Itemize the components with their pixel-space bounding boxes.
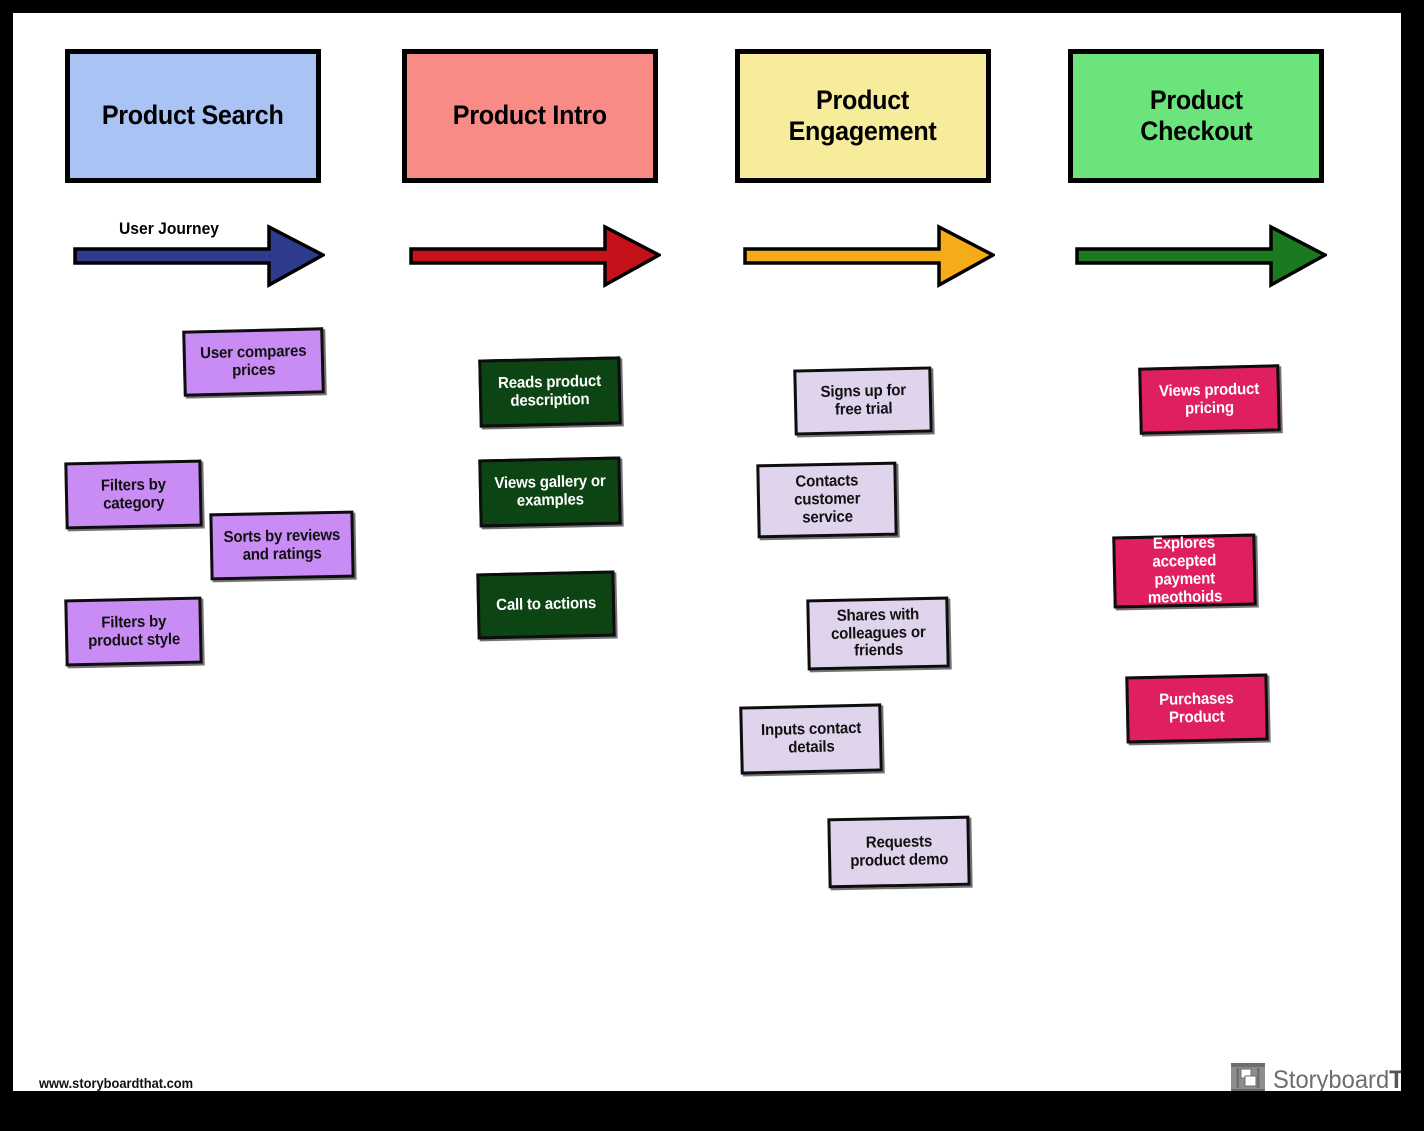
- sticky-note[interactable]: Filters by category: [64, 459, 203, 530]
- phase-title-product-search: Product Search: [102, 100, 284, 131]
- phase-header-product-search[interactable]: Product Search: [65, 49, 321, 183]
- brand-name-regular: Storyboard: [1273, 1066, 1390, 1092]
- sticky-note-text: Purchases Product: [1159, 689, 1235, 727]
- footer-url[interactable]: www.storyboardthat.com: [39, 1075, 193, 1091]
- brand-name: StoryboardThat: [1273, 1066, 1401, 1092]
- phase-title-product-engagement: Product Engagement: [789, 84, 937, 146]
- sticky-note-text: Views product pricing: [1159, 380, 1260, 418]
- sticky-note-text: Call to actions: [495, 595, 597, 615]
- sticky-note-text: Shares with colleagues or friends: [830, 605, 926, 660]
- sticky-note[interactable]: Contacts customer service: [756, 461, 898, 539]
- journey-arrow-product-intro: [409, 219, 663, 291]
- sticky-note-text: Contacts customer service: [793, 472, 861, 527]
- storyboard-panel-icon: [1231, 1063, 1265, 1091]
- outer-frame: Product Search User Journey Product Intr…: [0, 0, 1424, 1131]
- phase-header-product-intro[interactable]: Product Intro: [402, 49, 658, 183]
- sticky-note[interactable]: Call to actions: [476, 570, 616, 640]
- sticky-note[interactable]: Explores accepted payment meothoids: [1112, 533, 1257, 609]
- sticky-note[interactable]: User compares prices: [182, 327, 325, 397]
- sticky-note[interactable]: Reads product description: [478, 356, 622, 428]
- sticky-note-text: Reads product description: [498, 372, 602, 410]
- sticky-note-text: Sorts by reviews and ratings: [223, 526, 341, 564]
- sticky-note[interactable]: Inputs contact details: [739, 703, 883, 775]
- sticky-note-text: Explores accepted payment meothoids: [1147, 534, 1223, 607]
- sticky-note[interactable]: Signs up for free trial: [793, 366, 933, 436]
- phase-title-product-checkout: Product Checkout: [1139, 84, 1253, 146]
- user-journey-label: User Journey: [119, 219, 219, 238]
- sticky-note[interactable]: Requests product demo: [827, 815, 971, 889]
- arrow-icon: [1075, 224, 1329, 288]
- sticky-note[interactable]: Purchases Product: [1125, 673, 1269, 744]
- sticky-note[interactable]: Filters by product style: [64, 596, 203, 667]
- phase-title-product-intro: Product Intro: [452, 100, 608, 131]
- phase-header-product-engagement[interactable]: Product Engagement: [735, 49, 991, 183]
- sticky-note[interactable]: Views product pricing: [1138, 364, 1281, 435]
- arrow-icon: [743, 224, 997, 288]
- journey-arrow-product-search: User Journey: [73, 219, 327, 291]
- sticky-note-text: Inputs contact details: [760, 719, 862, 757]
- sticky-note-text: Filters by product style: [87, 612, 180, 650]
- sticky-note-text: Views gallery or examples: [494, 472, 606, 510]
- sticky-note[interactable]: Sorts by reviews and ratings: [209, 510, 355, 581]
- brand-logo[interactable]: StoryboardThat: [1231, 1063, 1401, 1091]
- arrow-icon: [409, 224, 663, 288]
- sticky-note[interactable]: Views gallery or examples: [478, 456, 622, 528]
- sticky-note[interactable]: Shares with colleagues or friends: [806, 596, 950, 671]
- brand-name-bold: That: [1389, 1066, 1401, 1092]
- sticky-note-text: Requests product demo: [849, 833, 949, 870]
- sticky-note-text: Filters by category: [100, 475, 166, 513]
- sticky-note-text: User compares prices: [199, 342, 307, 380]
- journey-arrow-product-checkout: [1075, 219, 1329, 291]
- sticky-note-text: Signs up for free trial: [819, 382, 906, 419]
- journey-arrow-product-engagement: [743, 219, 997, 291]
- phase-header-product-checkout[interactable]: Product Checkout: [1068, 49, 1324, 183]
- storyboard-canvas: Product Search User Journey Product Intr…: [13, 13, 1401, 1091]
